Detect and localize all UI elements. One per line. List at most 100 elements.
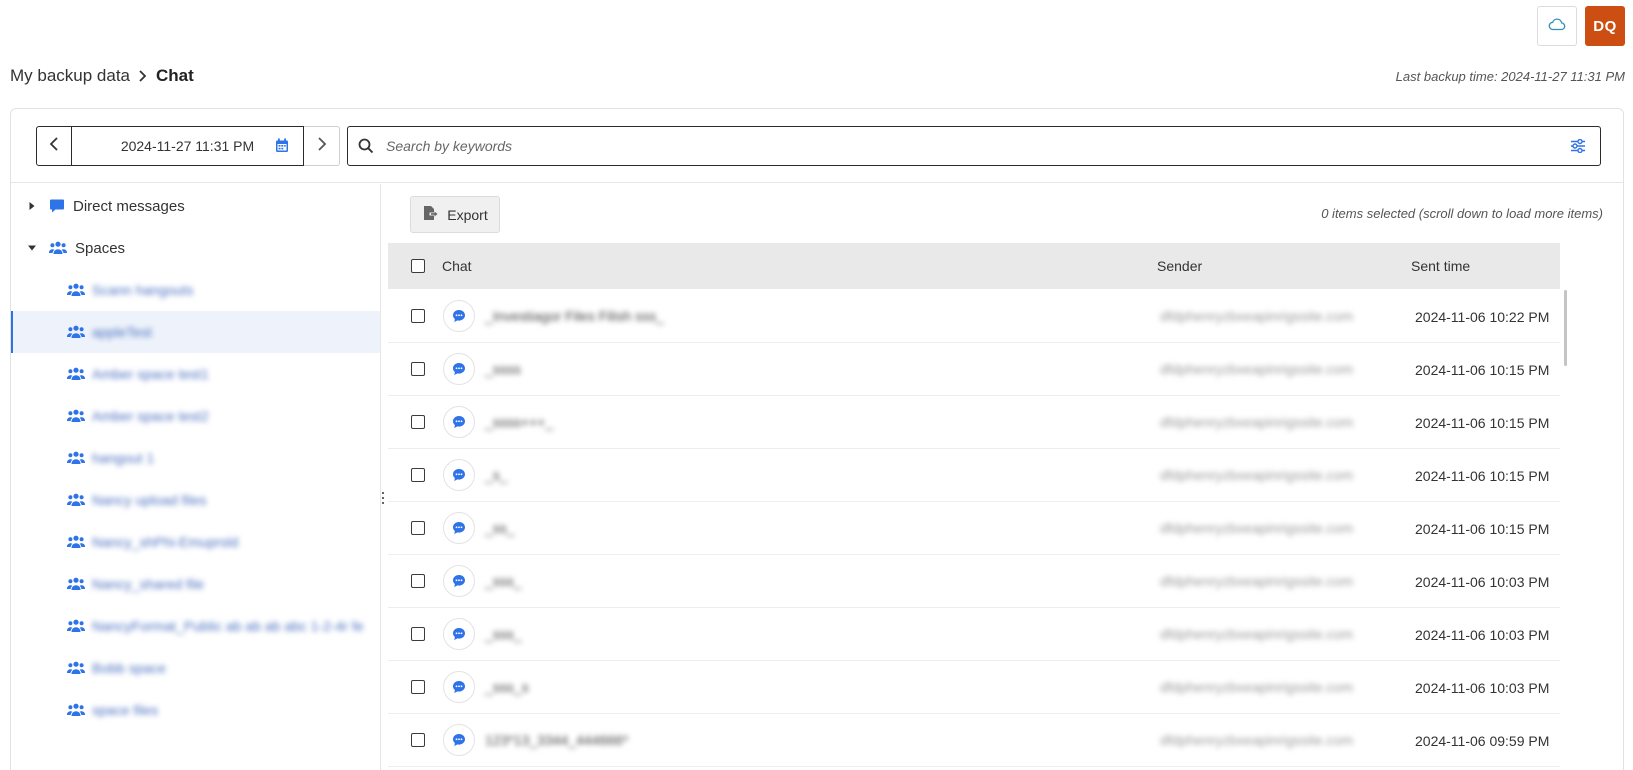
chat-name[interactable]: _Investiagor Files Filish sss_ (485, 308, 664, 324)
sent-time: 2024-11-06 09:59 PM (1415, 733, 1550, 749)
group-icon (67, 619, 85, 633)
sidebar-item-direct-messages[interactable]: Direct messages (11, 185, 380, 227)
breadcrumb: My backup data Chat (10, 66, 194, 86)
sidebar-space-label: Amber space test2 (92, 408, 209, 424)
column-header-sender: Sender (1157, 258, 1203, 274)
row-checkbox[interactable] (411, 309, 425, 323)
group-icon (67, 661, 85, 675)
sidebar-space-label: Amber space test1 (92, 366, 209, 382)
sidebar-space-item[interactable]: Nancy upload files (11, 479, 380, 521)
breadcrumb-current: Chat (156, 66, 194, 85)
search-icon (358, 138, 374, 154)
sender-email: dfdphenryzbxeapinrigssite.com (1160, 520, 1353, 536)
cloud-icon (1548, 17, 1566, 36)
sender-email: dfdphenryzbxeapinrigssite.com (1160, 626, 1353, 642)
sidebar-item-label: Direct messages (73, 197, 185, 215)
previous-date-button[interactable] (36, 126, 72, 166)
calendar-icon[interactable] (275, 138, 289, 156)
group-icon (67, 283, 85, 297)
selection-status: 0 items selected (scroll down to load mo… (1321, 206, 1603, 221)
chat-bubble-icon (443, 353, 475, 385)
sidebar-space-item[interactable]: NancyFormat_Public ab ab ab abc 1-2-4r f… (11, 605, 380, 647)
row-checkbox[interactable] (411, 468, 425, 482)
row-checkbox[interactable] (411, 574, 425, 588)
search-bar (347, 126, 1601, 166)
export-icon (422, 205, 439, 224)
chat-bubble-icon (443, 618, 475, 650)
table-row[interactable]: _sss_ dfdphenryzbxeapinrigssite.com 2024… (388, 555, 1560, 608)
chat-bubble-icon (443, 724, 475, 756)
row-checkbox[interactable] (411, 415, 425, 429)
row-checkbox[interactable] (411, 733, 425, 747)
chat-bubble-icon (443, 406, 475, 438)
date-value: 2024-11-27 11:31 PM (120, 138, 255, 154)
sidebar-space-item[interactable]: hangout 1 (11, 437, 380, 479)
sent-time: 2024-11-06 10:15 PM (1415, 521, 1550, 537)
group-icon (67, 451, 85, 465)
sidebar-space-item[interactable]: space files (11, 689, 380, 731)
chat-name[interactable]: 123*13_3344_444666* (485, 732, 628, 748)
chat-name[interactable]: _sss_s (485, 679, 529, 695)
breadcrumb-parent-link[interactable]: My backup data (10, 66, 130, 86)
chevron-right-icon (138, 69, 147, 83)
column-header-sent-time[interactable]: Sent time (1411, 258, 1470, 274)
table-row[interactable]: _sss_ dfdphenryzbxeapinrigssite.com 2024… (388, 608, 1560, 661)
sent-time: 2024-11-06 10:22 PM (1415, 309, 1550, 325)
chat-name[interactable]: _ssss+++_ (485, 414, 553, 430)
column-header-chat: Chat (442, 258, 472, 274)
scrollbar-thumb[interactable] (1564, 290, 1567, 366)
group-icon (67, 367, 85, 381)
table-row[interactable]: _s_ dfdphenryzbxeapinrigssite.com 2024-1… (388, 449, 1560, 502)
chat-bubble-icon (49, 198, 65, 214)
sidebar-space-item[interactable]: Amber space test1 (11, 353, 380, 395)
table-row[interactable]: 123*13_3344_444666* dfdphenryzbxeapinrig… (388, 714, 1560, 767)
sidebar-space-item[interactable]: Amber space test2 (11, 395, 380, 437)
row-checkbox[interactable] (411, 627, 425, 641)
chat-name[interactable]: _sss_ (485, 626, 522, 642)
select-all-checkbox[interactable] (411, 259, 425, 273)
sender-email: dfdphenryzbxeapinrigssite.com (1160, 414, 1353, 430)
main-panel: 2024-11-27 11:31 PM Search by keywords D… (10, 108, 1624, 770)
search-input[interactable] (386, 138, 1570, 154)
next-date-button[interactable] (304, 126, 340, 166)
sender-email: dfdphenryzbxeapinrigssite.com (1160, 732, 1353, 748)
chat-bubble-icon (443, 671, 475, 703)
sent-time: 2024-11-06 10:15 PM (1415, 362, 1550, 378)
chat-name[interactable]: _sss_ (485, 573, 522, 589)
chat-name[interactable]: _ssss (485, 361, 521, 377)
resize-handle[interactable] (381, 492, 385, 504)
table-row[interactable]: _ss_ dfdphenryzbxeapinrigssite.com 2024-… (388, 502, 1560, 555)
avatar[interactable]: DQ (1585, 6, 1625, 46)
sidebar-space-label: Nancy_shared file (92, 576, 205, 592)
caret-down-icon[interactable] (25, 244, 39, 252)
row-checkbox[interactable] (411, 521, 425, 535)
sent-time: 2024-11-06 10:15 PM (1415, 468, 1550, 484)
cloud-button[interactable] (1537, 6, 1577, 46)
date-navigator: 2024-11-27 11:31 PM (36, 126, 340, 166)
row-checkbox[interactable] (411, 680, 425, 694)
table-row[interactable]: _ssss dfdphenryzbxeapinrigssite.com 2024… (388, 343, 1560, 396)
sidebar-space-item[interactable]: Nancy_shPhi-Emuprsld (11, 521, 380, 563)
table-row[interactable]: _Investiagor Files Filish sss_ dfdphenry… (388, 290, 1560, 343)
sidebar-space-item[interactable]: Scann hangouts (11, 269, 380, 311)
filter-settings-icon[interactable] (1570, 139, 1586, 153)
sidebar-space-label: Nancy_shPhi-Emuprsld (92, 534, 239, 550)
chat-name[interactable]: _ss_ (485, 520, 515, 536)
sidebar-item-label: Spaces (75, 239, 126, 257)
sidebar-space-item[interactable]: Bobb space (11, 647, 380, 689)
last-backup-time: Last backup time: 2024-11-27 11:31 PM (1395, 69, 1625, 84)
sidebar-space-label: NancyFormat_Public ab ab ab abc 1-2-4r f… (92, 618, 364, 634)
row-checkbox[interactable] (411, 362, 425, 376)
sidebar-space-item[interactable]: Nancy_shared file (11, 563, 380, 605)
chat-name[interactable]: _s_ (485, 467, 508, 483)
export-button[interactable]: Export (410, 196, 500, 233)
sidebar-item-spaces[interactable]: Spaces (11, 227, 380, 269)
date-picker[interactable]: 2024-11-27 11:31 PM (72, 126, 304, 166)
table-row[interactable]: _sss_s dfdphenryzbxeapinrigssite.com 202… (388, 661, 1560, 714)
caret-right-icon[interactable] (25, 201, 39, 211)
table-row[interactable]: _ssss+++_ dfdphenryzbxeapinrigssite.com … (388, 396, 1560, 449)
group-icon (67, 535, 85, 549)
sidebar-space-item-selected[interactable]: appleTest (11, 311, 380, 353)
table-scrollbar[interactable] (1564, 290, 1568, 770)
group-icon (67, 409, 85, 423)
